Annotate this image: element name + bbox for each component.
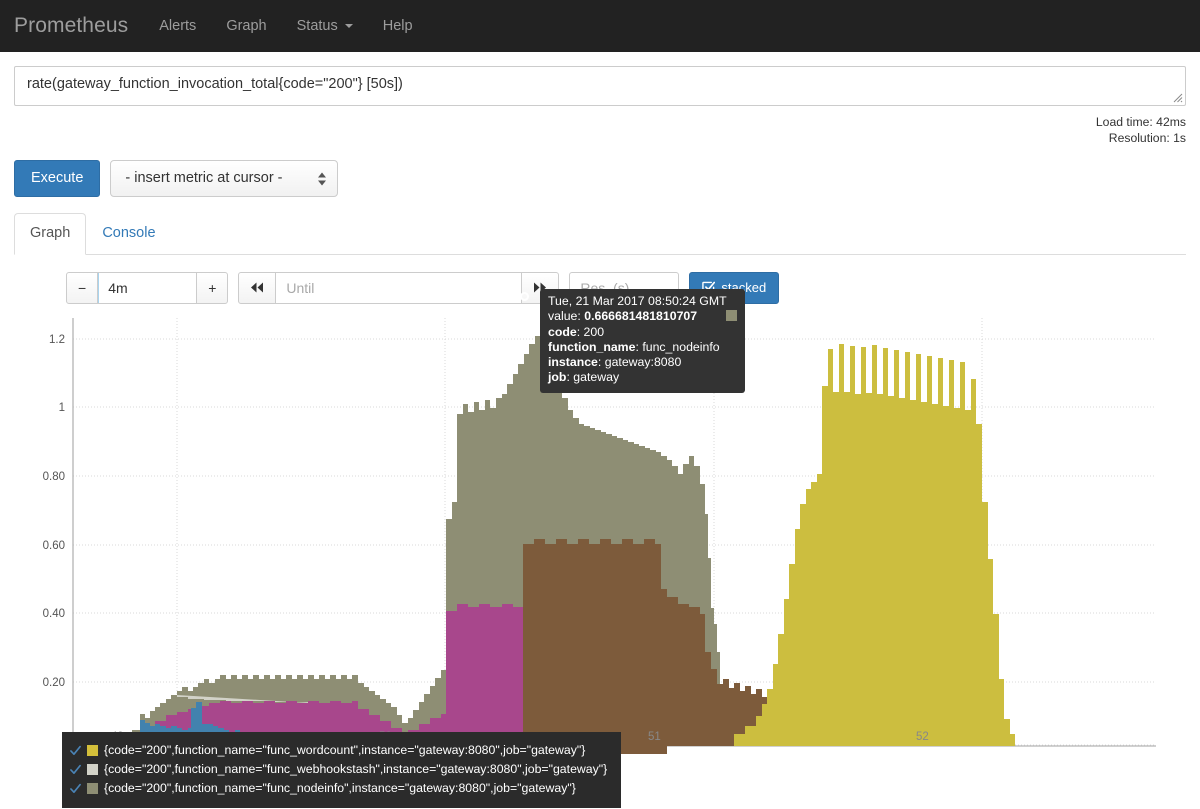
tooltip-key-code: code [548,324,577,339]
graph-hover-point [520,292,529,301]
execute-button[interactable]: Execute [14,160,101,198]
tooltip-label-row: code: 200 [548,324,605,339]
legend-item[interactable]: {code="200",function_name="func_nodeinfo… [70,779,607,798]
legend-swatch [87,764,98,775]
chevron-down-icon [344,24,353,28]
legend-label: {code="200",function_name="func_webhooks… [104,762,608,776]
query-meta: Load time: 42ms Resolution: 1s [14,114,1186,146]
tooltip-value: 0.666681481810707 [584,309,698,324]
metric-select[interactable]: - insert metric at cursor - [110,160,339,198]
nav-item-help[interactable]: Help [368,0,428,52]
svg-text:51: 51 [648,731,661,743]
svg-text:1.2: 1.2 [49,334,65,346]
check-icon [70,783,81,793]
until-group [238,271,560,304]
svg-text:0.40: 0.40 [43,608,65,620]
check-icon [70,764,81,774]
tooltip-label-row: instance: gateway:8080 [548,355,682,370]
query-input[interactable] [14,66,1186,106]
svg-text:0.20: 0.20 [43,677,65,689]
legend-swatch [87,745,98,756]
execute-row: Execute - insert metric at cursor - [14,160,1186,198]
graph-legend: {code="200",function_name="func_wordcoun… [62,732,622,808]
step-backward-button[interactable] [238,271,277,304]
tooltip-key-instance: instance [548,355,598,370]
nav-item-status[interactable]: Status [282,0,368,52]
graph-tooltip: Tue, 21 Mar 2017 08:50:24 GMT value: 0.6… [540,289,745,393]
load-time-text: Load time: 42ms [1095,115,1186,129]
range-input[interactable] [98,271,197,304]
tooltip-value-row: value: 0.666681481810707 [548,309,737,324]
tooltip-label-row: job: gateway [548,370,620,385]
until-input[interactable] [276,271,522,304]
range-group: − + [66,271,229,304]
tooltip-val-code: 200 [583,324,605,339]
nav-item-alerts-label: Alerts [159,18,197,34]
tab-graph[interactable]: Graph [14,213,87,255]
resolution-text: Resolution: 1s [1108,131,1186,145]
brand-prometheus[interactable]: Prometheus [14,14,144,38]
nav-item-status-label: Status [296,18,338,34]
svg-text:52: 52 [916,731,929,743]
legend-item[interactable]: {code="200",function_name="func_wordcoun… [70,741,607,760]
svg-text:0.60: 0.60 [43,540,65,552]
nav-item-graph-label: Graph [226,18,267,34]
tooltip-val-instance: gateway:8080 [604,355,682,370]
nav-item-graph[interactable]: Graph [211,0,281,52]
tooltip-value-label: value: [548,309,581,324]
legend-label: {code="200",function_name="func_wordcoun… [104,743,586,757]
tooltip-val-function-name: func_nodeinfo [642,339,720,354]
navbar: Prometheus Alerts Graph Status Help [0,0,1200,52]
check-icon [70,745,81,755]
range-decrease-button[interactable]: − [66,271,99,304]
metric-select-value: - insert metric at cursor - [125,170,283,186]
tab-console[interactable]: Console [86,213,171,255]
select-arrows-icon [318,172,327,186]
y-axis-labels: 1.2 1 0.80 0.60 0.40 0.20 [43,334,65,689]
tooltip-series-swatch [726,310,737,321]
nav-item-alerts[interactable]: Alerts [144,0,211,52]
nav-item-help-label: Help [382,18,413,34]
step-backward-icon [251,282,264,293]
tooltip-date: Tue, 21 Mar 2017 08:50:24 GMT [548,294,727,308]
svg-text:1: 1 [59,402,65,414]
tooltip-key-job: job [548,370,567,385]
tooltip-key-function-name: function_name [548,339,636,354]
query-area [14,52,1186,106]
page-container: Load time: 42ms Resolution: 1s Execute -… [0,52,1200,754]
svg-text:0.80: 0.80 [43,471,65,483]
legend-swatch [87,783,98,794]
tab-bar: Graph Console [14,213,1186,255]
tooltip-val-job: gateway [573,370,620,385]
tooltip-label-row: function_name: func_nodeinfo [548,339,720,354]
range-increase-button[interactable]: + [196,271,229,304]
legend-label: {code="200",function_name="func_nodeinfo… [104,781,576,795]
legend-item[interactable]: {code="200",function_name="func_webhooks… [70,760,607,779]
